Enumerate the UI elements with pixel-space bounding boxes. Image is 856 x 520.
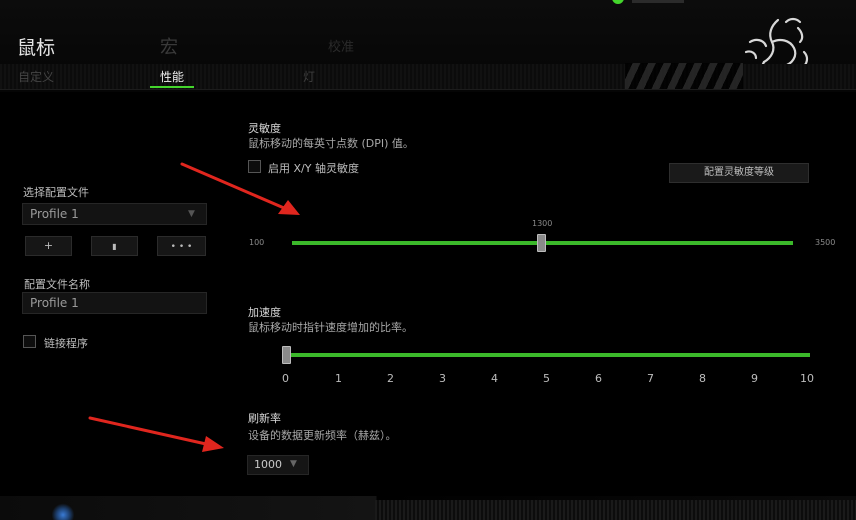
link-program-checkbox[interactable]	[23, 335, 36, 348]
add-profile-button[interactable]: +	[25, 236, 72, 256]
active-tab-indicator	[150, 86, 194, 88]
profile-name-input[interactable]: Profile 1	[22, 292, 207, 314]
acceleration-tick-label: 7	[647, 372, 654, 385]
acceleration-tick-label: 5	[543, 372, 550, 385]
delete-profile-button[interactable]: ▮	[91, 236, 138, 256]
annotation-arrow-icon	[88, 416, 224, 452]
acceleration-tick-label: 1	[335, 372, 342, 385]
acceleration-description: 鼠标移动时指针速度增加的比率。	[248, 321, 413, 334]
configure-sensitivity-stages-button[interactable]: 配置灵敏度等级	[669, 163, 809, 183]
delete-icon: ▮	[112, 242, 117, 251]
tab-macro[interactable]: 宏	[160, 33, 178, 59]
profile-name-label: 配置文件名称	[24, 278, 90, 291]
tab-customize[interactable]: 自定义	[18, 68, 54, 85]
tab-calibration[interactable]: 校准	[328, 36, 354, 55]
acceleration-tick-label: 3	[439, 372, 446, 385]
acceleration-tick-label: 6	[595, 372, 602, 385]
acceleration-tick-label: 9	[751, 372, 758, 385]
polling-rate-select[interactable]: 1000	[247, 455, 309, 475]
select-profile-label: 选择配置文件	[23, 186, 89, 199]
acceleration-tick-label: 8	[699, 372, 706, 385]
annotation-arrow-icon	[180, 162, 300, 215]
device-icon	[52, 503, 74, 520]
sensitivity-slider-thumb[interactable]	[537, 234, 546, 252]
sensitivity-max-label: 3500	[815, 238, 836, 247]
footer-stripes	[375, 500, 856, 520]
sensitivity-title: 灵敏度	[248, 122, 281, 135]
acceleration-tick-label: 2	[387, 372, 394, 385]
sensitivity-min-label: 100	[249, 238, 265, 247]
acceleration-tick-label: 4	[491, 372, 498, 385]
chevron-down-icon: ▼	[290, 459, 297, 469]
tab-performance[interactable]: 性能	[160, 68, 184, 85]
decorative-stripes	[625, 63, 743, 89]
sensitivity-description: 鼠标移动的每英寸点数 (DPI) 值。	[248, 137, 414, 150]
sensitivity-current-value: 1300	[532, 219, 553, 228]
acceleration-tick-label: 0	[282, 372, 289, 385]
polling-rate-title: 刷新率	[248, 412, 281, 425]
acceleration-tick-label: 10	[800, 372, 814, 385]
tab-lighting[interactable]: 灯	[303, 68, 315, 85]
link-program-label: 链接程序	[44, 337, 88, 350]
page-title: 鼠标	[17, 37, 56, 59]
acceleration-title: 加速度	[248, 306, 281, 319]
polling-rate-description: 设备的数据更新频率（赫兹）。	[248, 429, 397, 442]
status-bar	[632, 0, 684, 3]
more-icon: • • •	[170, 242, 193, 252]
add-icon: +	[43, 239, 54, 252]
acceleration-slider-track[interactable]	[286, 353, 810, 357]
more-options-button[interactable]: • • •	[157, 236, 206, 256]
acceleration-slider-thumb[interactable]	[282, 346, 291, 364]
